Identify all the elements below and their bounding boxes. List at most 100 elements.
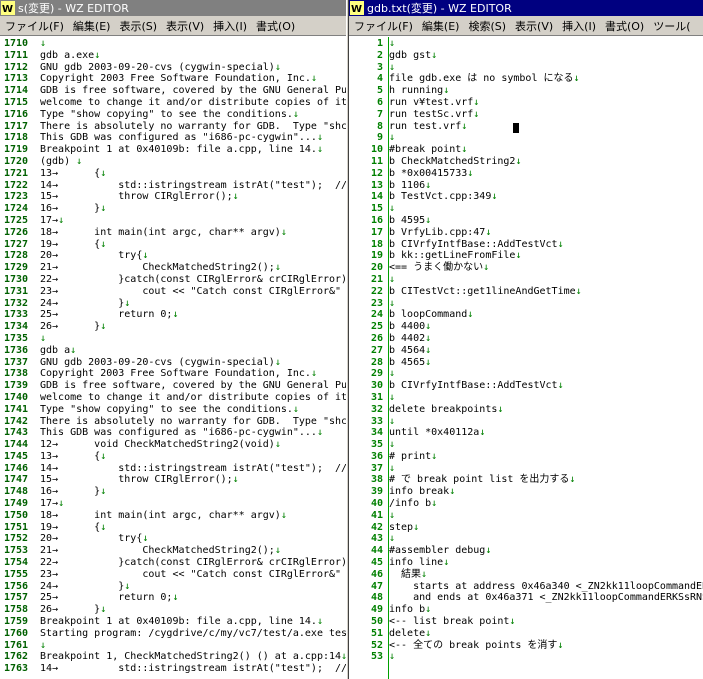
editor-line[interactable]: 1720 (gdb) ↓ bbox=[0, 156, 346, 168]
editor-line[interactable]: 38 # で break point list を出力する↓ bbox=[349, 474, 703, 486]
editor-line[interactable]: 28 b 4565↓ bbox=[349, 357, 703, 369]
editor-line[interactable]: 1749 17→↓ bbox=[0, 498, 346, 510]
editor-line[interactable]: 1751 19→ {↓ bbox=[0, 522, 346, 534]
editor-line[interactable]: 1744 12→ void CheckMatchedString2(void)↓ bbox=[0, 439, 346, 451]
editor-line[interactable]: 1718 This GDB was configured as "i686-pc-… bbox=[0, 132, 346, 144]
editor-line[interactable]: 41 ↓ bbox=[349, 510, 703, 522]
editor-line[interactable]: 1729 21→ CheckMatchedString2();↓ bbox=[0, 262, 346, 274]
editor-line[interactable]: 39 info break↓ bbox=[349, 486, 703, 498]
left-menu-item[interactable]: 編集(E) bbox=[68, 18, 115, 34]
editor-line[interactable]: 1730 22→ }catch(const CIRglError& crCIRgl… bbox=[0, 274, 346, 286]
editor-line[interactable]: 1755 23→ cout << "Catch const CIRglError&… bbox=[0, 569, 346, 581]
editor-line[interactable]: 1738 Copyright 2003 Free Software Foundat… bbox=[0, 368, 346, 380]
editor-line[interactable]: 50 <-- list break point↓ bbox=[349, 616, 703, 628]
editor-line[interactable]: 1711 gdb a.exe↓ bbox=[0, 50, 346, 62]
editor-line[interactable]: 1719 Breakpoint 1 at 0x40109b: file a.cpp… bbox=[0, 144, 346, 156]
editor-line[interactable]: 1723 15→ throw CIRglError();↓ bbox=[0, 191, 346, 203]
editor-line[interactable]: 1761 ↓ bbox=[0, 640, 346, 652]
editor-line[interactable]: 1756 24→ }↓ bbox=[0, 581, 346, 593]
editor-line[interactable]: 1728 20→ try{↓ bbox=[0, 250, 346, 262]
editor-line[interactable]: 1740 welcome to change it and/or distribu… bbox=[0, 392, 346, 404]
right-titlebar[interactable]: W gdb.txt(変更) - WZ EDITOR bbox=[349, 0, 703, 16]
editor-line[interactable]: 1754 22→ }catch(const CIRglError& crCIRgl… bbox=[0, 557, 346, 569]
editor-line[interactable]: 47 starts at address 0x46a340 <_ZN2kk11l… bbox=[349, 581, 703, 593]
editor-line[interactable]: 3 ↓ bbox=[349, 62, 703, 74]
editor-line[interactable]: 1733 25→ return 0;↓ bbox=[0, 309, 346, 321]
editor-line[interactable]: 21 ↓ bbox=[349, 274, 703, 286]
editor-line[interactable]: 1747 15→ throw CIRglError();↓ bbox=[0, 474, 346, 486]
editor-line[interactable]: 1721 13→ {↓ bbox=[0, 168, 346, 180]
left-editor-area[interactable]: 1710 ↓ 1711 gdb a.exe↓ 1712 GNU gdb 2003-09-2… bbox=[0, 37, 346, 679]
left-menu-item[interactable]: 表示(V) bbox=[161, 18, 208, 34]
editor-line[interactable]: 40/info b↓ bbox=[349, 498, 703, 510]
editor-line[interactable]: 51 delete↓ bbox=[349, 628, 703, 640]
right-menu-item[interactable]: 書式(O) bbox=[600, 18, 648, 34]
editor-line[interactable]: 4 file gdb.exe は no symbol になる↓ bbox=[349, 73, 703, 85]
editor-line[interactable]: 13 b 1106↓ bbox=[349, 180, 703, 192]
left-menu-item[interactable]: ファイル(F) bbox=[0, 18, 68, 34]
editor-line[interactable]: 49 info b↓ bbox=[349, 604, 703, 616]
editor-line[interactable]: 34 until *0x40112a↓ bbox=[349, 427, 703, 439]
editor-line[interactable]: 31 ↓ bbox=[349, 392, 703, 404]
editor-line[interactable]: 1726 18→ int main(int argc, char** argv)↓ bbox=[0, 227, 346, 239]
editor-line[interactable]: 15 ↓ bbox=[349, 203, 703, 215]
editor-line[interactable]: 19 b kk::getLineFromFile↓ bbox=[349, 250, 703, 262]
left-menu-item[interactable]: 挿入(I) bbox=[208, 18, 251, 34]
editor-line[interactable]: 43 ↓ bbox=[349, 533, 703, 545]
editor-line[interactable]: 16 b 4595↓ bbox=[349, 215, 703, 227]
editor-line[interactable]: 1742 There is absolutely no warranty for … bbox=[0, 416, 346, 428]
editor-line[interactable]: 1743 This GDB was configured as "i686-pc-… bbox=[0, 427, 346, 439]
editor-line[interactable]: 1762 Breakpoint 1, CheckMatchedString2() … bbox=[0, 651, 346, 663]
right-menu-item[interactable]: 挿入(I) bbox=[557, 18, 600, 34]
editor-line[interactable]: 1763 14→ std::istringstream istrAt("test"… bbox=[0, 663, 346, 675]
editor-line[interactable]: 1739 GDB is free software, covered by the… bbox=[0, 380, 346, 392]
editor-line[interactable]: 1745 13→ {↓ bbox=[0, 451, 346, 463]
editor-line[interactable]: 1748 16→ }↓ bbox=[0, 486, 346, 498]
editor-line[interactable]: 30 b CIVrfyIntfBase::AddTestVct↓ bbox=[349, 380, 703, 392]
right-menu-item[interactable]: 編集(E) bbox=[417, 18, 464, 34]
editor-line[interactable]: 1716 Type "show copying" to see the condi… bbox=[0, 109, 346, 121]
editor-line[interactable]: 6 run v¥test.vrf↓ bbox=[349, 97, 703, 109]
editor-line[interactable]: 9 ↓ bbox=[349, 132, 703, 144]
editor-line[interactable]: 37 ↓ bbox=[349, 463, 703, 475]
editor-line[interactable]: 1731 23→ cout << "Catch const CIRglError&… bbox=[0, 286, 346, 298]
editor-line[interactable]: 44 #assembler debug↓ bbox=[349, 545, 703, 557]
editor-line[interactable]: 1715 welcome to change it and/or distribu… bbox=[0, 97, 346, 109]
editor-line[interactable]: 29 ↓ bbox=[349, 368, 703, 380]
editor-line[interactable]: 25 b 4400↓ bbox=[349, 321, 703, 333]
editor-line[interactable]: 1752 20→ try{↓ bbox=[0, 533, 346, 545]
editor-line[interactable]: 46 結果↓ bbox=[349, 569, 703, 581]
right-menu-item[interactable]: ツール( bbox=[648, 18, 694, 34]
editor-line[interactable]: 11 b CheckMatchedString2↓ bbox=[349, 156, 703, 168]
editor-line[interactable]: 1757 25→ return 0;↓ bbox=[0, 592, 346, 604]
editor-line[interactable]: 45 info line↓ bbox=[349, 557, 703, 569]
editor-line[interactable]: 18 b CIVrfyIntfBase::AddTestVct↓ bbox=[349, 239, 703, 251]
editor-line[interactable]: 1 ↓ bbox=[349, 38, 703, 50]
editor-line[interactable]: 8 run test.vrf↓ bbox=[349, 121, 703, 133]
editor-line[interactable]: 1741 Type "show copying" to see the condi… bbox=[0, 404, 346, 416]
editor-line[interactable]: 22 b CITestVct::get1lineAndGetTime↓ bbox=[349, 286, 703, 298]
editor-line[interactable]: 20 <== うまく働かない↓ bbox=[349, 262, 703, 274]
editor-line[interactable]: 1758 26→ }↓ bbox=[0, 604, 346, 616]
editor-line[interactable]: 10 #break point↓ bbox=[349, 144, 703, 156]
editor-line[interactable]: 7 run testSc.vrf↓ bbox=[349, 109, 703, 121]
editor-line[interactable]: 1759 Breakpoint 1 at 0x40109b: file a.cpp… bbox=[0, 616, 346, 628]
editor-line[interactable]: 1725 17→↓ bbox=[0, 215, 346, 227]
editor-line[interactable]: 1760 Starting program: /cygdrive/c/my/vc7… bbox=[0, 628, 346, 640]
right-editor-area[interactable]: 1 ↓ 2 gdb gst↓ 3 ↓ 4 file gdb.exe は no symbol に… bbox=[349, 37, 703, 679]
editor-line[interactable]: 33 ↓ bbox=[349, 416, 703, 428]
editor-line[interactable]: 42 step↓ bbox=[349, 522, 703, 534]
editor-line[interactable]: 1717 There is absolutely no warranty for … bbox=[0, 121, 346, 133]
editor-line[interactable]: 1737 GNU gdb 2003-09-20-cvs (cygwin-speci… bbox=[0, 357, 346, 369]
editor-line[interactable]: 1714 GDB is free software, covered by the… bbox=[0, 85, 346, 97]
editor-line[interactable]: 48 and ends at 0x46a371 <_ZN2kk11loopCom… bbox=[349, 592, 703, 604]
editor-line[interactable]: 5 h running↓ bbox=[349, 85, 703, 97]
editor-line[interactable]: 35 ↓ bbox=[349, 439, 703, 451]
editor-line[interactable]: 1735 ↓ bbox=[0, 333, 346, 345]
editor-line[interactable]: 32 delete breakpoints↓ bbox=[349, 404, 703, 416]
editor-line[interactable]: 1722 14→ std::istringstream istrAt("test"… bbox=[0, 180, 346, 192]
editor-line[interactable]: 1712 GNU gdb 2003-09-20-cvs (cygwin-speci… bbox=[0, 62, 346, 74]
editor-line[interactable]: 1724 16→ }↓ bbox=[0, 203, 346, 215]
editor-line[interactable]: 1753 21→ CheckMatchedString2();↓ bbox=[0, 545, 346, 557]
editor-line[interactable]: 2 gdb gst↓ bbox=[349, 50, 703, 62]
